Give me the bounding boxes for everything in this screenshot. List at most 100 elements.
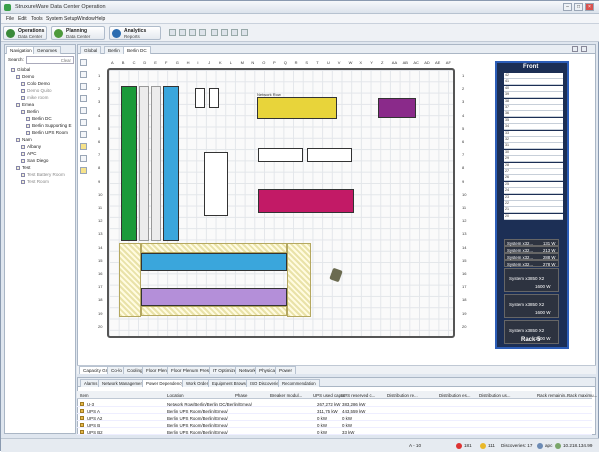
- search-input[interactable]: Clear: [26, 56, 74, 64]
- tab-berlin-dc[interactable]: Berlin DC: [123, 46, 151, 54]
- tree-item-berlin-dc[interactable]: Berlin DC: [32, 116, 52, 121]
- rack-white-2[interactable]: [209, 88, 219, 108]
- tree-item-albany[interactable]: Albany: [27, 144, 41, 149]
- grid-icon[interactable]: [80, 155, 87, 162]
- column-header[interactable]: Rack remainin...: [537, 393, 569, 398]
- rack-row-yellow[interactable]: [257, 97, 337, 119]
- rack-white-3[interactable]: [258, 148, 303, 162]
- rack-row-blue-2[interactable]: [141, 253, 287, 271]
- tree-item-mike-room[interactable]: mike room: [27, 95, 48, 100]
- tab-navigation[interactable]: Navigation: [6, 46, 36, 54]
- menu-edit[interactable]: Edit: [18, 16, 27, 22]
- rack-row-magenta[interactable]: [258, 189, 354, 213]
- rack-server[interactable]: System x32... 131 W: [504, 239, 559, 246]
- tree-item-test-room[interactable]: Test Room: [27, 179, 49, 184]
- label-icon[interactable]: [80, 167, 87, 174]
- menu-system-setup[interactable]: System Setup: [46, 16, 77, 22]
- column-header[interactable]: Distribution es...: [439, 393, 470, 398]
- clear-button[interactable]: Clear: [61, 58, 71, 63]
- tab-global[interactable]: Global: [80, 46, 102, 54]
- table-row[interactable]: UPS B2 Berlin UPS Room/Berlin/Emea/0 kW 33…: [77, 428, 592, 435]
- tree-item-emea[interactable]: Emea: [22, 102, 34, 107]
- paste-icon[interactable]: [231, 29, 238, 36]
- menu-tools[interactable]: Tools: [31, 16, 43, 22]
- rotate-icon[interactable]: [80, 107, 87, 114]
- row-label: 20: [98, 323, 103, 329]
- delete-icon[interactable]: [241, 29, 248, 36]
- back-icon[interactable]: [169, 29, 176, 36]
- rack-row-gray[interactable]: [139, 86, 149, 241]
- operations-button[interactable]: Operations Data Center: [3, 26, 47, 40]
- view-tab[interactable]: Power: [275, 366, 297, 374]
- tree-item-test[interactable]: Test: [22, 165, 30, 170]
- tree-item-san-diego[interactable]: San Diego: [27, 158, 48, 163]
- rack-row-green[interactable]: [121, 86, 137, 241]
- column-header[interactable]: Distribution re...: [387, 393, 418, 398]
- zoom-out-icon[interactable]: [80, 95, 87, 102]
- tab-berlin[interactable]: Berlin: [104, 46, 124, 54]
- tree-item-colo-demo[interactable]: Colo Demo: [27, 81, 50, 86]
- status-discoveries[interactable]: Discoveries: 17: [501, 443, 532, 448]
- rack-row-lavender[interactable]: [141, 288, 287, 306]
- tree-item-berlin-ups-room[interactable]: Berlin UPS Room: [32, 130, 68, 135]
- analytics-button[interactable]: Analytics Reports: [109, 26, 161, 40]
- select-tool-icon[interactable]: [80, 59, 87, 66]
- bottom-tab[interactable]: Power Dependency: [142, 379, 188, 387]
- tool-icon[interactable]: [211, 29, 218, 36]
- link-icon[interactable]: [199, 29, 206, 36]
- cut-icon[interactable]: [189, 29, 196, 36]
- maximize-icon[interactable]: □: [574, 3, 583, 11]
- tree-item-nam[interactable]: Nam: [22, 137, 32, 142]
- column-header[interactable]: Breaker modul...: [270, 393, 302, 398]
- critical-alarm-icon[interactable]: [456, 443, 462, 449]
- menu-file[interactable]: File: [6, 16, 14, 22]
- tree-item-demo[interactable]: Demo: [22, 74, 34, 79]
- tree-item-global[interactable]: Global: [17, 67, 30, 72]
- table-row[interactable]: U-3 Network Row/Berlin/Berlin DC/Berlin/E…: [77, 400, 592, 407]
- forward-icon[interactable]: [179, 29, 186, 36]
- column-header[interactable]: Item: [80, 393, 89, 398]
- maximize-view-icon[interactable]: [581, 46, 587, 52]
- rack-server[interactable]: System x32... 278 W: [504, 260, 559, 267]
- minimize-icon[interactable]: –: [563, 3, 572, 11]
- rack-row-gray-2[interactable]: [151, 86, 161, 241]
- tree-item-apc[interactable]: APC: [27, 151, 36, 156]
- table-row[interactable]: UPS A2 Berlin UPS Room/Berlin/Emea/0 kW 0 …: [77, 414, 592, 421]
- menu-window[interactable]: Window: [77, 16, 95, 22]
- column-header[interactable]: UPS reserved c...: [341, 393, 375, 398]
- rack-server-large[interactable]: System x3850 X2 1600 W: [504, 294, 559, 318]
- copy-icon[interactable]: [221, 29, 228, 36]
- rack-server[interactable]: System x32... 288 W: [504, 253, 559, 260]
- measure-icon[interactable]: [80, 119, 87, 126]
- menu-help[interactable]: Help: [95, 16, 105, 22]
- pan-tool-icon[interactable]: [80, 71, 87, 78]
- tree-item-demo-quito[interactable]: Demo Quito: [27, 88, 52, 93]
- table-row[interactable]: UPS A Berlin UPS Room/Berlin/Emea/311,75 …: [77, 407, 592, 414]
- minimize-view-icon[interactable]: [572, 46, 578, 52]
- layer-icon[interactable]: [80, 131, 87, 138]
- column-header[interactable]: Location: [167, 393, 184, 398]
- zoom-in-icon[interactable]: [80, 83, 87, 90]
- column-header[interactable]: Phase: [235, 393, 247, 398]
- column-header[interactable]: Rack maximu...: [567, 393, 597, 398]
- planning-button[interactable]: Planning Data Center: [51, 26, 105, 40]
- rack-elevation-view[interactable]: Front 42 41 40 39 38 37 36 35 34 33 32 31 30 29 28 27 26…: [495, 61, 569, 349]
- warning-alarm-icon[interactable]: [480, 443, 486, 449]
- table-row[interactable]: UPS B Berlin UPS Room/Berlin/Emea/0 kW 0 k…: [77, 421, 592, 428]
- rack-white-1[interactable]: [195, 88, 205, 108]
- tab-genomes[interactable]: Genomes: [33, 46, 61, 54]
- rack-server[interactable]: System x32... 213 W: [504, 246, 559, 253]
- bottom-tab[interactable]: Recommendation: [278, 379, 320, 387]
- tree-item-berlin-supporting[interactable]: Berlin Supporting E: [32, 123, 72, 128]
- column-header[interactable]: Distribution us...: [479, 393, 510, 398]
- rack-white-4[interactable]: [307, 148, 352, 162]
- rack-enclosure[interactable]: [204, 152, 228, 216]
- rack-server-large[interactable]: System x3850 X2 1600 W: [504, 268, 559, 292]
- bottom-tab[interactable]: Network Management: [98, 379, 149, 387]
- rack-row-purple[interactable]: [378, 98, 416, 118]
- tree-item-berlin[interactable]: Berlin: [27, 109, 39, 114]
- close-icon[interactable]: ×: [585, 3, 594, 11]
- rack-row-blue[interactable]: [163, 86, 179, 241]
- tree-item-test-battery-room[interactable]: Test Battery Room: [27, 172, 65, 177]
- note-icon[interactable]: [80, 143, 87, 150]
